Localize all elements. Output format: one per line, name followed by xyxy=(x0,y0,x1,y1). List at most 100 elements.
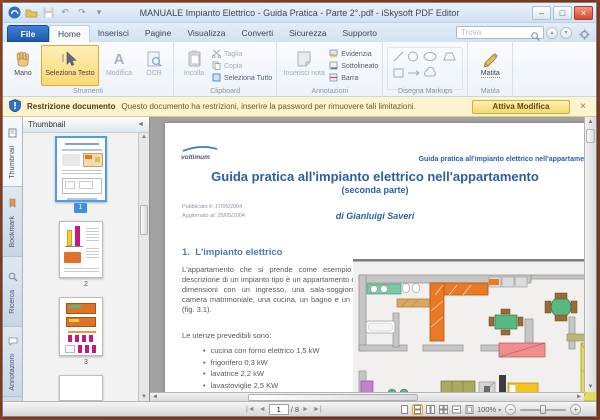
fit-page-button[interactable] xyxy=(464,404,475,415)
redo-icon[interactable]: ↷ xyxy=(75,6,89,19)
document-horizontal-scrollbar[interactable]: ◄ ► xyxy=(150,392,584,401)
quick-access-toolbar: ↶ ↷ ▾ xyxy=(7,6,106,19)
sidebar-tab-ricerca[interactable]: Ricerca xyxy=(3,257,22,327)
search-icon[interactable] xyxy=(531,28,540,46)
notification-close-icon[interactable]: × xyxy=(576,102,590,112)
page-thumbnail-3[interactable] xyxy=(59,297,103,356)
restriction-notification-bar: Restrizione documento Questo documento h… xyxy=(3,97,596,117)
list-intro: Le utenze prevedibili sono: xyxy=(182,331,380,341)
qat-dropdown-icon[interactable]: ▾ xyxy=(92,6,106,19)
highlight-button[interactable]: Evidenzia xyxy=(329,49,378,59)
doc-scroll-left-icon[interactable]: ◄ xyxy=(152,394,158,400)
doc-scroll-up-icon[interactable]: ▲ xyxy=(585,119,596,125)
previous-page-icon[interactable]: ◄ xyxy=(258,406,267,413)
current-page-input[interactable] xyxy=(269,404,289,415)
copy-button[interactable]: Copia xyxy=(212,61,272,71)
shape-icons[interactable] xyxy=(392,51,458,81)
underline-button[interactable]: Sottolineato xyxy=(329,61,378,71)
insert-note-label: Inserisci nota xyxy=(284,70,325,77)
zoom-in-button[interactable]: + xyxy=(570,404,581,415)
running-header: Guida pratica all'impianto elettrico nel… xyxy=(419,156,595,163)
minimize-button[interactable]: – xyxy=(532,6,551,20)
page-number-badge-1: 1 xyxy=(74,203,87,213)
author-line: di Gianluigi Saveri xyxy=(170,211,580,221)
tab-sicurezza[interactable]: Sicurezza xyxy=(281,25,334,42)
page-thumbnail-1[interactable] xyxy=(55,136,107,202)
tab-visualizza[interactable]: Visualizza xyxy=(179,25,233,42)
save-icon[interactable] xyxy=(41,6,55,19)
undo-icon[interactable]: ↶ xyxy=(58,6,72,19)
strikethrough-button[interactable]: Barra xyxy=(329,73,378,83)
zoom-dropdown-icon: ▾ xyxy=(498,408,501,414)
close-button[interactable]: × xyxy=(574,6,593,20)
view-facing-button[interactable] xyxy=(425,404,436,415)
doc-scroll-down-icon[interactable]: ▼ xyxy=(585,384,596,390)
search-next-icon[interactable]: ▾ xyxy=(560,27,572,39)
floor-plan-figure xyxy=(353,259,596,401)
tab-pagine[interactable]: Pagine xyxy=(137,25,179,42)
hand-tool-label: Mano xyxy=(14,70,32,77)
zoom-slider-track[interactable] xyxy=(520,409,566,411)
select-text-button[interactable]: Seleziona Testo xyxy=(41,45,99,86)
doc-scroll-right-icon[interactable]: ► xyxy=(576,394,582,400)
zoom-slider-handle[interactable] xyxy=(540,405,546,414)
maximize-button[interactable]: □ xyxy=(553,6,572,20)
tab-converti[interactable]: Converti xyxy=(233,25,281,42)
document-vertical-scrollbar[interactable]: ▲ ▼ xyxy=(584,117,596,392)
zoom-controls: 100% ▾ − + xyxy=(477,402,581,417)
cut-label: Taglia xyxy=(224,51,242,58)
tab-inserisci[interactable]: Inserisci xyxy=(90,25,137,42)
panel-scroll-down-icon[interactable]: ▼ xyxy=(139,394,149,400)
last-page-icon[interactable]: ►| xyxy=(312,406,323,413)
edit-button[interactable]: A Modifica xyxy=(101,45,137,86)
tab-supporto[interactable]: Supporto xyxy=(334,25,385,42)
tab-home[interactable]: Home xyxy=(49,25,90,42)
cut-button[interactable]: Taglia xyxy=(212,49,272,59)
insert-note-button[interactable]: Inserisci nota xyxy=(281,45,327,86)
pencil-button[interactable]: Matita xyxy=(472,45,508,86)
annotation-small-buttons: Evidenzia Sottolineato Barra xyxy=(329,45,378,83)
annotations-tab-icon xyxy=(8,333,18,351)
zoom-level-dropdown[interactable]: 100% ▾ xyxy=(477,405,501,414)
zoom-out-button[interactable]: − xyxy=(505,404,516,415)
page-number-3: 3 xyxy=(23,359,149,366)
underline-label: Sottolineato xyxy=(341,63,378,70)
ocr-button[interactable]: OCR xyxy=(139,45,169,86)
view-single-page-button[interactable] xyxy=(399,404,410,415)
hand-tool-button[interactable]: Mano xyxy=(7,45,39,86)
open-file-icon[interactable] xyxy=(24,6,38,19)
status-bar: |◄ ◄ / 8 ► ►| 100% ▾ − + xyxy=(3,401,596,416)
sidebar-tab-annotazioni[interactable]: Annotazioni xyxy=(3,327,22,397)
panel-scrollbar[interactable]: ▲ ▼ xyxy=(138,133,149,401)
title-bar: ↶ ↷ ▾ MANUALE Impianto Elettrico - Guida… xyxy=(3,3,596,23)
next-page-icon[interactable]: ► xyxy=(301,406,310,413)
page-thumbnail-4-partial[interactable] xyxy=(59,375,103,401)
sidebar-tab-strip: Thumbnail Bookmark Ricerca Annotazioni xyxy=(3,117,23,401)
help-gear-icon[interactable] xyxy=(579,27,590,45)
fit-width-button[interactable] xyxy=(451,404,462,415)
edit-label: Modifica xyxy=(106,70,132,77)
panel-scroll-up-icon[interactable]: ▲ xyxy=(139,134,149,140)
enable-editing-button[interactable]: Attiva Modifica xyxy=(472,100,570,114)
document-viewer[interactable]: voltimum Guida pratica all'impianto elet… xyxy=(150,117,596,401)
view-facing-continuous-button[interactable] xyxy=(438,404,449,415)
search-previous-icon[interactable]: ▴ xyxy=(546,27,558,39)
select-all-button[interactable]: Seleziona Tutto xyxy=(212,73,272,83)
panel-scroll-thumb[interactable] xyxy=(140,205,148,235)
app-logo-icon[interactable] xyxy=(7,6,21,19)
group-label-matita: Matita xyxy=(468,88,512,95)
document-title: Guida pratica all'impianto elettrico nel… xyxy=(170,169,580,184)
page-number-2: 2 xyxy=(23,281,149,288)
paste-button[interactable]: Incolla xyxy=(178,45,210,86)
page-thumbnail-2[interactable] xyxy=(59,221,103,278)
doc-scroll-thumb[interactable] xyxy=(586,129,595,143)
tab-file[interactable]: File xyxy=(7,25,49,42)
view-continuous-button[interactable] xyxy=(412,404,423,415)
section-heading: 1. L'impianto elettrico xyxy=(182,247,282,258)
sidebar-tab-bookmark[interactable]: Bookmark xyxy=(3,187,22,257)
doc-hscroll-thumb[interactable] xyxy=(248,394,418,401)
sidebar-tab-thumbnail[interactable]: Thumbnail xyxy=(3,117,22,187)
first-page-icon[interactable]: |◄ xyxy=(245,406,256,413)
paste-label: Incolla xyxy=(184,70,204,77)
panel-collapse-icon[interactable]: ◄ xyxy=(137,121,144,128)
